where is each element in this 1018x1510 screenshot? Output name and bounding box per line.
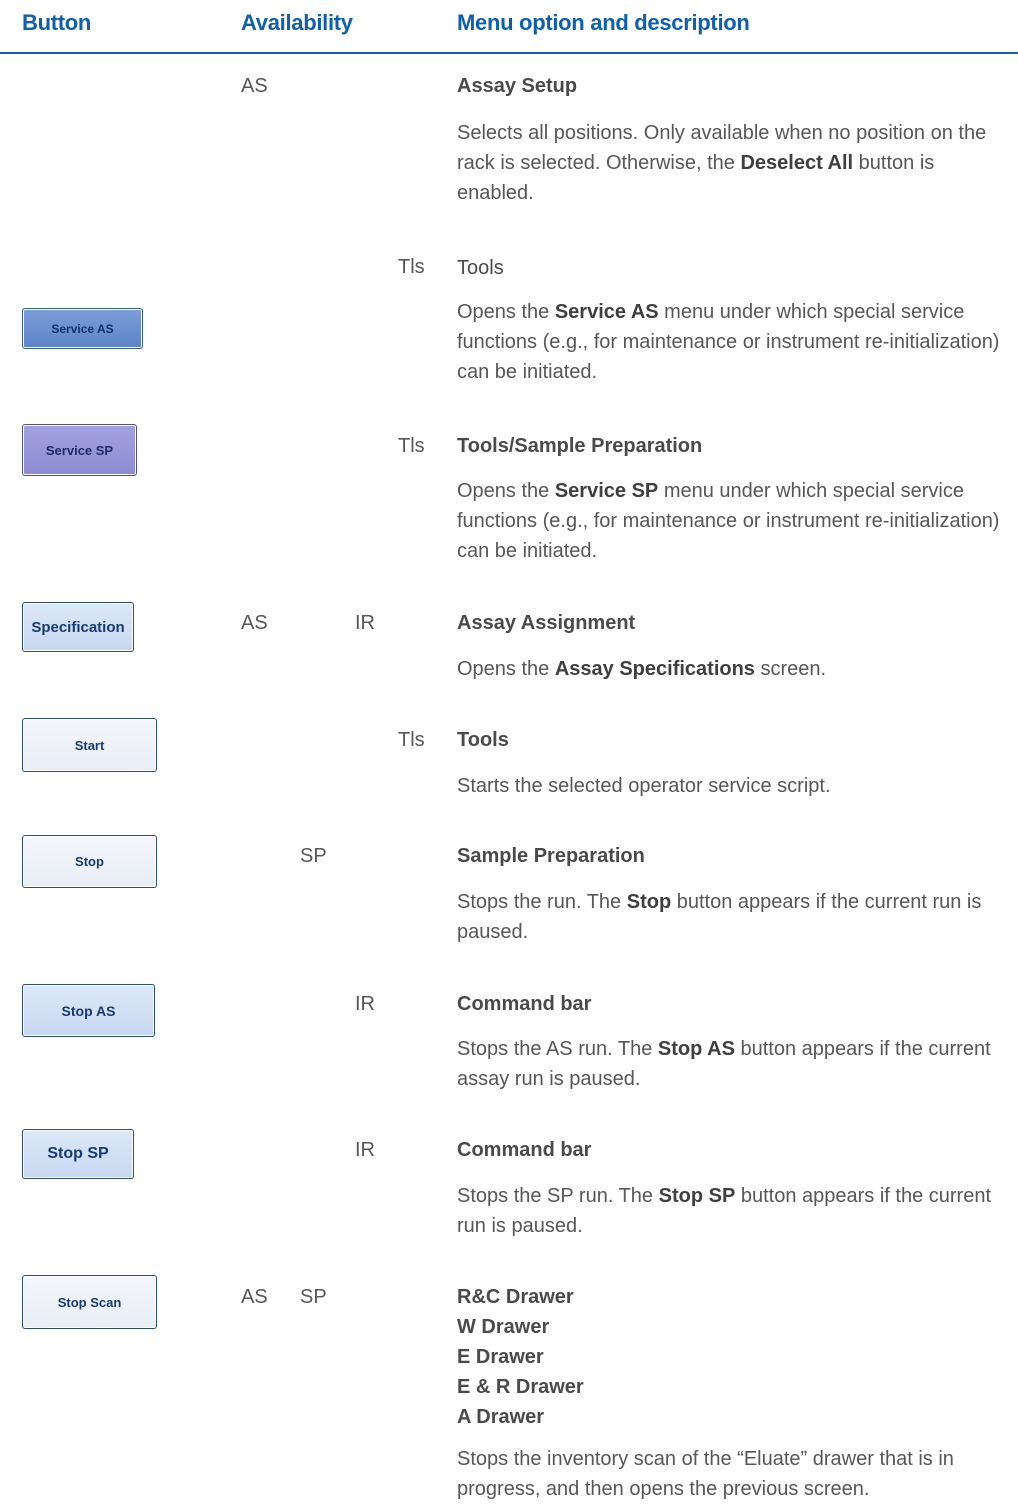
menu-option-title: Command bar	[457, 993, 592, 1015]
service-sp-button[interactable]: Service SP	[22, 424, 137, 476]
availability-as: AS	[241, 75, 268, 97]
menu-option-title: R&C Drawer W Drawer E Drawer E & R Drawe…	[457, 1282, 584, 1432]
menu-option-title: Assay Setup	[457, 75, 578, 97]
availability-ir: IR	[355, 612, 375, 634]
availability-tls: Tls	[398, 256, 425, 278]
menu-option-description: Selects all positions. Only available wh…	[457, 122, 987, 204]
menu-option-description: Stops the inventory scan of the “Eluate”…	[457, 1448, 954, 1500]
drawer-title: R&C Drawer	[457, 1286, 574, 1308]
stop-as-button[interactable]: Stop AS	[22, 984, 155, 1037]
menu-option-title: Tools/Sample Preparation	[457, 435, 703, 457]
column-header-button: Button	[22, 10, 92, 35]
menu-option-description: Opens the Service SP menu under which sp…	[457, 480, 1000, 562]
availability-ir: IR	[355, 1139, 375, 1161]
menu-option-description: Opens the Service AS menu under which sp…	[457, 301, 1000, 383]
column-header-menu: Menu option and description	[457, 10, 750, 35]
menu-option-description: Opens the Assay Specifications screen.	[457, 658, 827, 680]
drawer-title: W Drawer	[457, 1316, 550, 1338]
drawer-title: E Drawer	[457, 1346, 544, 1368]
table-header: Button Availability Menu option and desc…	[0, 0, 1018, 54]
menu-option-title: Sample Preparation	[457, 845, 645, 867]
availability-as: AS	[241, 1286, 268, 1308]
menu-option-description: Stops the SP run. The Stop SP button app…	[457, 1185, 992, 1237]
drawer-title: E & R Drawer	[457, 1376, 584, 1398]
stop-button[interactable]: Stop	[22, 835, 157, 888]
stop-scan-button[interactable]: Stop Scan	[22, 1275, 157, 1329]
menu-option-title: Assay Assignment	[457, 612, 636, 634]
availability-as: AS	[241, 612, 268, 634]
availability-sp: SP	[300, 845, 327, 867]
start-button[interactable]: Start	[22, 718, 157, 772]
availability-sp: SP	[300, 1286, 327, 1308]
drawer-title: A Drawer	[457, 1406, 545, 1428]
menu-option-description: Stops the run. The Stop button appears i…	[457, 891, 982, 943]
menu-option-title: Tools	[457, 729, 509, 751]
availability-tls: Tls	[398, 729, 425, 751]
specification-button[interactable]: Specification	[22, 602, 134, 652]
availability-ir: IR	[355, 993, 375, 1015]
service-as-button[interactable]: Service AS	[22, 308, 143, 349]
stop-sp-button[interactable]: Stop SP	[22, 1129, 134, 1179]
menu-option-description: Stops the AS run. The Stop AS button app…	[457, 1038, 991, 1090]
availability-tls: Tls	[398, 435, 425, 457]
column-header-availability: Availability	[241, 10, 353, 35]
menu-option-description: Starts the selected operator service scr…	[457, 775, 831, 797]
menu-option-title: Command bar	[457, 1139, 592, 1161]
menu-option-title: Tools	[457, 257, 504, 279]
